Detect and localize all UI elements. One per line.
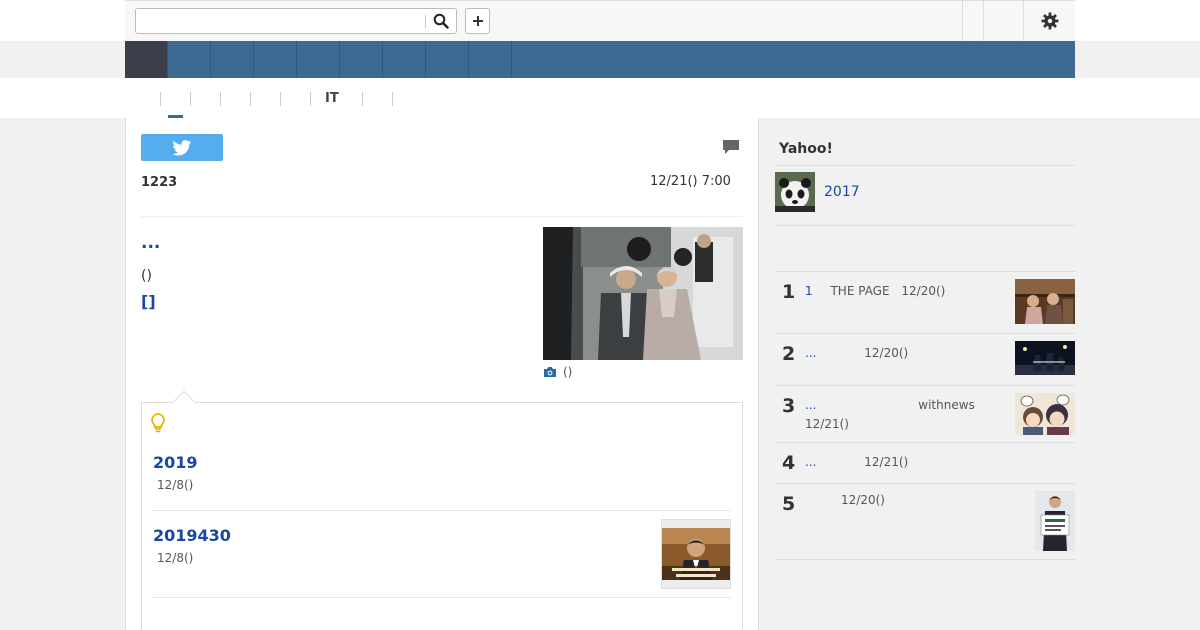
top-bar-inner — [125, 0, 1075, 41]
category-tab-divider — [392, 92, 407, 106]
rank-date: 12/20() — [864, 346, 909, 360]
rank-link[interactable]: ... — [805, 455, 816, 469]
rank-number: 3 — [782, 395, 796, 417]
category-tabs: IT — [160, 92, 407, 110]
divider — [775, 559, 1075, 560]
article-byline: 1223 — [141, 175, 178, 190]
category-tab[interactable] — [250, 92, 280, 106]
category-tab[interactable] — [280, 92, 310, 106]
divider — [775, 225, 1075, 226]
category-tab[interactable] — [190, 92, 220, 106]
rank-thumbnail[interactable] — [1015, 393, 1075, 438]
article-headline-link[interactable]: ... — [141, 233, 160, 253]
top-divider — [983, 1, 984, 41]
category-tab[interactable] — [362, 92, 392, 106]
related-item-date: 12/8() — [157, 551, 194, 565]
panda-thumbnail — [775, 172, 815, 212]
camera-icon — [544, 367, 556, 377]
rank-number: 2 — [782, 343, 796, 365]
article-brackets-link[interactable]: [] — [141, 292, 156, 311]
nav-item-home[interactable] — [125, 41, 168, 78]
photo-caption-text: () — [563, 365, 573, 379]
search-icon — [433, 13, 449, 29]
plus-icon — [472, 16, 483, 26]
nav-item[interactable] — [383, 41, 426, 78]
divider — [141, 216, 743, 217]
article-date: 12/21() 7:00 — [650, 174, 731, 189]
nav-item[interactable] — [426, 41, 469, 78]
related-item-title[interactable]: 2019430 — [153, 526, 731, 545]
article-photo[interactable] — [543, 227, 743, 360]
top-divider — [1023, 1, 1024, 41]
nav-item[interactable] — [211, 41, 254, 78]
rank-text: ... 12/20() — [805, 344, 1005, 363]
rank-text: 12/20() — [805, 491, 1005, 510]
rank-text: ... withnews 12/21() — [805, 396, 1005, 434]
rank-date: 12/21() — [805, 417, 849, 431]
rank-date: 12/20() — [841, 493, 885, 507]
lightbulb-icon — [151, 413, 165, 433]
rank-source: withnews — [918, 398, 975, 412]
sidebar: Yahoo! 2017 1 1 THE PAGE 12/20() 2 ... 1… — [759, 118, 1075, 630]
related-item-title[interactable]: 2019 — [153, 453, 731, 472]
top-divider — [962, 1, 963, 41]
rank-link[interactable]: 1 — [805, 284, 813, 298]
nav-item[interactable] — [168, 41, 211, 78]
rank-thumbnail[interactable] — [1035, 491, 1075, 551]
nav-item[interactable] — [340, 41, 383, 78]
rank-date: 12/21() — [864, 455, 909, 469]
settings-button[interactable] — [1035, 10, 1065, 32]
rank-thumbnail[interactable] — [1015, 341, 1075, 375]
related-item-date: 12/8() — [157, 478, 194, 492]
rank-number: 1 — [782, 281, 796, 303]
search-input[interactable] — [138, 11, 424, 31]
rank-text: 1 THE PAGE 12/20() — [805, 282, 1005, 301]
ranking-item: 5 12/20() — [775, 483, 1075, 559]
photo-caption: () — [543, 365, 572, 379]
twitter-bird-icon — [172, 139, 192, 156]
ranking-item: 1 1 THE PAGE 12/20() — [775, 271, 1075, 333]
rank-thumbnail[interactable] — [1015, 279, 1075, 324]
tweet-button[interactable] — [141, 134, 223, 161]
article-source-paren: () — [141, 268, 152, 284]
ranking-item: 4 ... 12/21() — [775, 442, 1075, 483]
sidebar-feature-link[interactable]: 2017 — [775, 172, 1075, 212]
search-separator — [425, 15, 426, 28]
related-box-notch — [172, 390, 196, 414]
rank-link[interactable]: ... — [805, 346, 816, 360]
ranking-item: 2 ... 12/20() — [775, 333, 1075, 385]
rank-link[interactable]: ... — [805, 398, 816, 412]
main-nav — [125, 41, 1075, 78]
rank-number: 5 — [782, 493, 796, 515]
category-tab[interactable] — [220, 92, 250, 106]
sidebar-feature-text[interactable]: 2017 — [824, 184, 860, 200]
related-item: 2019430 12/8() — [153, 519, 731, 598]
related-item-thumbnail[interactable] — [661, 519, 731, 589]
related-articles-box: 2019 12/8() 2019430 12/8() — [141, 390, 743, 630]
divider — [775, 165, 1075, 166]
category-tab-it[interactable]: IT — [310, 92, 362, 106]
rank-text: ... 12/21() — [805, 453, 1005, 472]
ranking-item: 3 ... withnews 12/21() — [775, 385, 1075, 442]
nav-item[interactable] — [297, 41, 340, 78]
rank-source: THE PAGE — [830, 284, 890, 298]
category-row: IT — [0, 78, 1200, 118]
rank-date: 12/20() — [901, 284, 946, 298]
related-item: 2019 12/8() — [153, 453, 731, 511]
top-bar — [0, 0, 1200, 41]
add-button[interactable] — [465, 8, 490, 34]
search-box — [135, 8, 457, 34]
rank-number: 4 — [782, 452, 796, 474]
gear-icon — [1041, 12, 1059, 30]
category-tab[interactable] — [160, 92, 190, 106]
nav-item[interactable] — [469, 41, 512, 78]
comment-bubble-icon[interactable] — [722, 138, 740, 156]
sidebar-title: Yahoo! — [779, 141, 833, 157]
search-button[interactable] — [428, 10, 454, 32]
nav-item[interactable] — [254, 41, 297, 78]
article-column: 1223 12/21() 7:00 ... () [] () 2019 12/8… — [125, 118, 759, 630]
